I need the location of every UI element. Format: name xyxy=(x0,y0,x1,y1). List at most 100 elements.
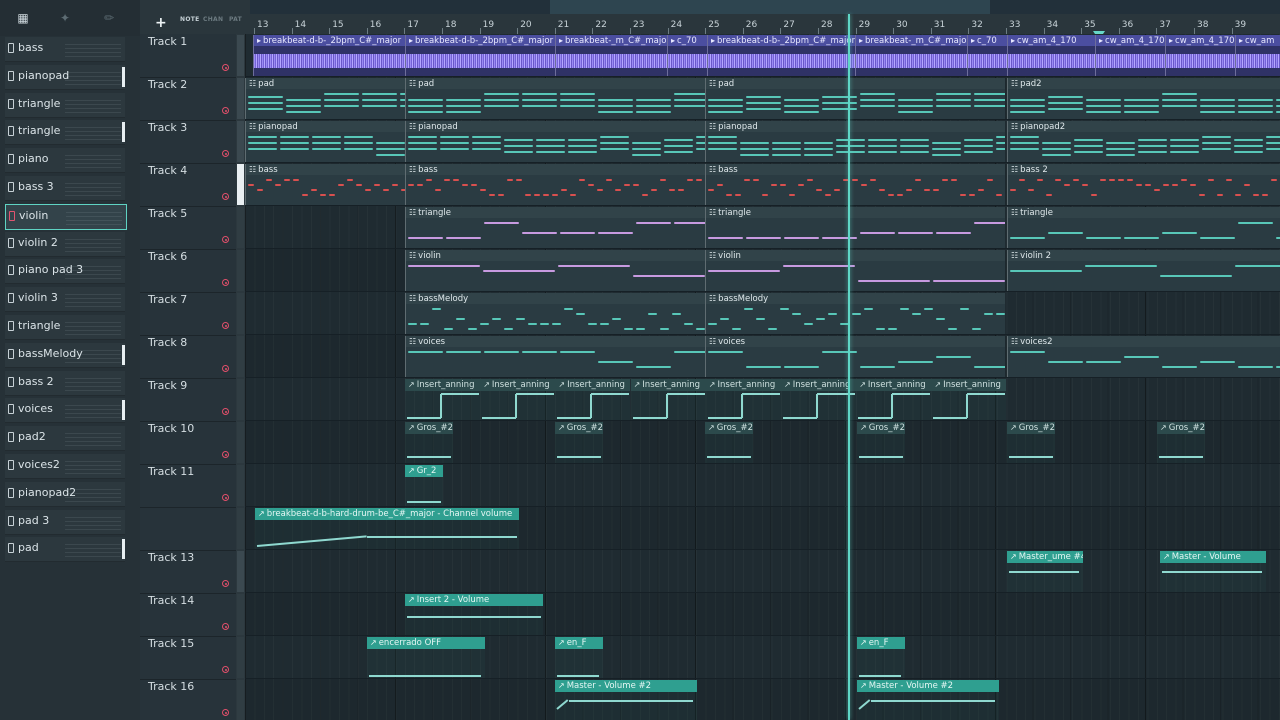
lane-handle[interactable] xyxy=(237,551,244,592)
record-arm-icon[interactable] xyxy=(222,64,229,71)
playlist-lane[interactable] xyxy=(245,421,1280,464)
playlist-lane[interactable] xyxy=(245,593,1280,636)
track-header[interactable]: Track 14 xyxy=(140,593,236,637)
auto-clip[interactable]: ↗ Insert_anning xyxy=(555,379,631,420)
audio-clip[interactable]: ▸ cw_am_4_170 xyxy=(1165,35,1235,76)
audio-clip[interactable]: ▸ cw_am_4_170 xyxy=(1095,35,1165,76)
lane-handle[interactable] xyxy=(237,78,244,119)
picker-item[interactable]: violin xyxy=(5,203,127,230)
auto-clip[interactable]: ↗ Insert_anning xyxy=(630,379,706,420)
audio-clip[interactable]: ▸ breakbeat-_m_C#_majo xyxy=(555,35,667,76)
track-header[interactable]: Track 10 xyxy=(140,421,236,465)
auto-clip[interactable]: ↗ encerrado OFF xyxy=(367,637,485,678)
record-arm-icon[interactable] xyxy=(222,451,229,458)
picker-item[interactable]: piano xyxy=(5,148,125,174)
auto-clip[interactable]: ↗ Master_ume #4 xyxy=(1007,551,1083,592)
pattern-clip[interactable]: ☷ triangle xyxy=(705,207,1005,248)
track-header[interactable] xyxy=(140,507,236,551)
lane-handle[interactable] xyxy=(237,250,244,291)
playlist-lane[interactable] xyxy=(245,550,1280,593)
auto-clip[interactable]: ↗ Insert_anning xyxy=(480,379,556,420)
track-header[interactable]: Track 6 xyxy=(140,249,236,293)
record-arm-icon[interactable] xyxy=(222,580,229,587)
pattern-clip[interactable]: ☷ violin 2 xyxy=(1007,250,1280,291)
pattern-clip[interactable]: ☷ pianopad xyxy=(245,121,405,162)
picker-item[interactable]: voices xyxy=(5,398,125,424)
lane-handle[interactable] xyxy=(237,207,244,248)
record-arm-icon[interactable] xyxy=(222,236,229,243)
pattern-clip[interactable]: ☷ bass xyxy=(245,164,405,205)
pattern-clip[interactable]: ☷ pad xyxy=(245,78,405,119)
brush-icon[interactable]: ✏ xyxy=(100,10,118,26)
overview-scrollbar[interactable] xyxy=(250,0,1280,14)
audio-clip[interactable]: ▸ cw_am xyxy=(1235,35,1280,76)
auto-clip[interactable]: ↗ Gros_#2 xyxy=(1007,422,1055,463)
record-arm-icon[interactable] xyxy=(222,193,229,200)
picker-item[interactable]: violin 3 xyxy=(5,287,125,313)
auto-clip[interactable]: ↗ Gros_#2 xyxy=(555,422,603,463)
pattern-clip[interactable]: ☷ bass 2 xyxy=(1007,164,1280,205)
lane-handle[interactable] xyxy=(237,465,244,506)
track-header[interactable]: Track 15 xyxy=(140,636,236,680)
lane-handle[interactable] xyxy=(237,680,244,720)
auto-clip[interactable]: ↗ Gros_#2 xyxy=(705,422,753,463)
audio-icon[interactable]: ✦ xyxy=(56,10,74,26)
picker-item[interactable]: triangle xyxy=(5,315,125,340)
pattern-clip[interactable]: ☷ bass xyxy=(405,164,705,205)
auto-clip[interactable]: ↗ Gros_#2 xyxy=(1157,422,1205,463)
overview-selection[interactable] xyxy=(550,0,990,14)
track-header[interactable]: Track 2 xyxy=(140,77,236,121)
picker-item[interactable]: voices2 xyxy=(5,454,125,479)
audio-clip[interactable]: ▸ breakbeat-d-b-_2bpm_C#_major xyxy=(253,35,407,76)
auto-clip[interactable]: ↗ breakbeat-d-b-hard-drum-be_C#_major - C… xyxy=(255,508,519,549)
track-header[interactable]: Track 4 xyxy=(140,163,236,207)
playlist-icon[interactable]: ▦ xyxy=(14,10,32,26)
lane-handle[interactable] xyxy=(237,637,244,678)
record-arm-icon[interactable] xyxy=(222,322,229,329)
record-arm-icon[interactable] xyxy=(222,107,229,114)
lane-handle[interactable] xyxy=(237,336,244,377)
track-header[interactable]: Track 7 xyxy=(140,292,236,336)
pattern-clip[interactable]: ☷ violin xyxy=(405,250,705,291)
record-arm-icon[interactable] xyxy=(222,365,229,372)
pattern-clip[interactable]: ☷ bassMelody xyxy=(405,293,705,334)
track-header[interactable]: Track 5 xyxy=(140,206,236,250)
pattern-clip[interactable]: ☷ triangle xyxy=(405,207,705,248)
picker-item[interactable]: pianopad xyxy=(5,64,125,90)
picker-item[interactable]: bass 3 xyxy=(5,176,125,201)
lane-handle[interactable] xyxy=(237,508,244,549)
auto-clip[interactable]: ↗ Insert_anning xyxy=(931,379,1007,420)
pattern-clip[interactable]: ☷ pad xyxy=(705,78,1005,119)
track-header[interactable]: Track 13 xyxy=(140,550,236,594)
auto-clip[interactable]: ↗ Master - Volume #2 xyxy=(555,680,697,720)
auto-clip[interactable]: ↗ Insert_anning xyxy=(781,379,856,420)
track-header[interactable]: Track 3 xyxy=(140,120,236,164)
picker-item[interactable]: bass 2 xyxy=(5,370,125,396)
audio-clip[interactable]: ▸ c_70 xyxy=(967,35,1007,76)
lane-handle[interactable] xyxy=(237,594,244,635)
pattern-clip[interactable]: ☷ bassMelody xyxy=(705,293,1005,334)
picker-item[interactable]: pad xyxy=(5,537,125,563)
pattern-clip[interactable]: ☷ pianopad xyxy=(405,121,705,162)
auto-clip[interactable]: ↗ Master - Volume xyxy=(1160,551,1266,592)
pattern-clip[interactable]: ☷ voices xyxy=(405,336,705,377)
audio-clip[interactable]: ▸ breakbeat-d-b-_2bpm_C#_major xyxy=(405,35,555,76)
lane-handle[interactable] xyxy=(237,121,244,162)
auto-clip[interactable]: ↗ Insert_anning xyxy=(705,379,781,420)
lane-handle[interactable] xyxy=(237,164,244,205)
picker-item[interactable]: pad 3 xyxy=(5,509,125,535)
audio-clip[interactable]: ▸ breakbeat-_m_C#_majo xyxy=(855,35,967,76)
record-arm-icon[interactable] xyxy=(222,408,229,415)
pattern-clip[interactable]: ☷ pianopad2 xyxy=(1007,121,1280,162)
playlist-grid[interactable]: ▸ breakbeat-d-b-_2bpm_C#_major ▸ breakbeat-… xyxy=(245,34,1280,720)
lane-handle[interactable] xyxy=(237,293,244,334)
tab-pat[interactable]: PAT xyxy=(229,16,242,23)
audio-clip[interactable]: ▸ c_70 xyxy=(667,35,707,76)
audio-clip[interactable]: ▸ cw_am_4_170 xyxy=(1007,35,1095,76)
track-header[interactable]: Track 8 xyxy=(140,335,236,379)
pattern-clip[interactable]: ☷ voices xyxy=(705,336,1005,377)
lane-handle[interactable] xyxy=(237,379,244,420)
pattern-clip[interactable]: ☷ pad xyxy=(405,78,705,119)
record-arm-icon[interactable] xyxy=(222,709,229,716)
pattern-clip[interactable]: ☷ pianopad xyxy=(705,121,1005,162)
